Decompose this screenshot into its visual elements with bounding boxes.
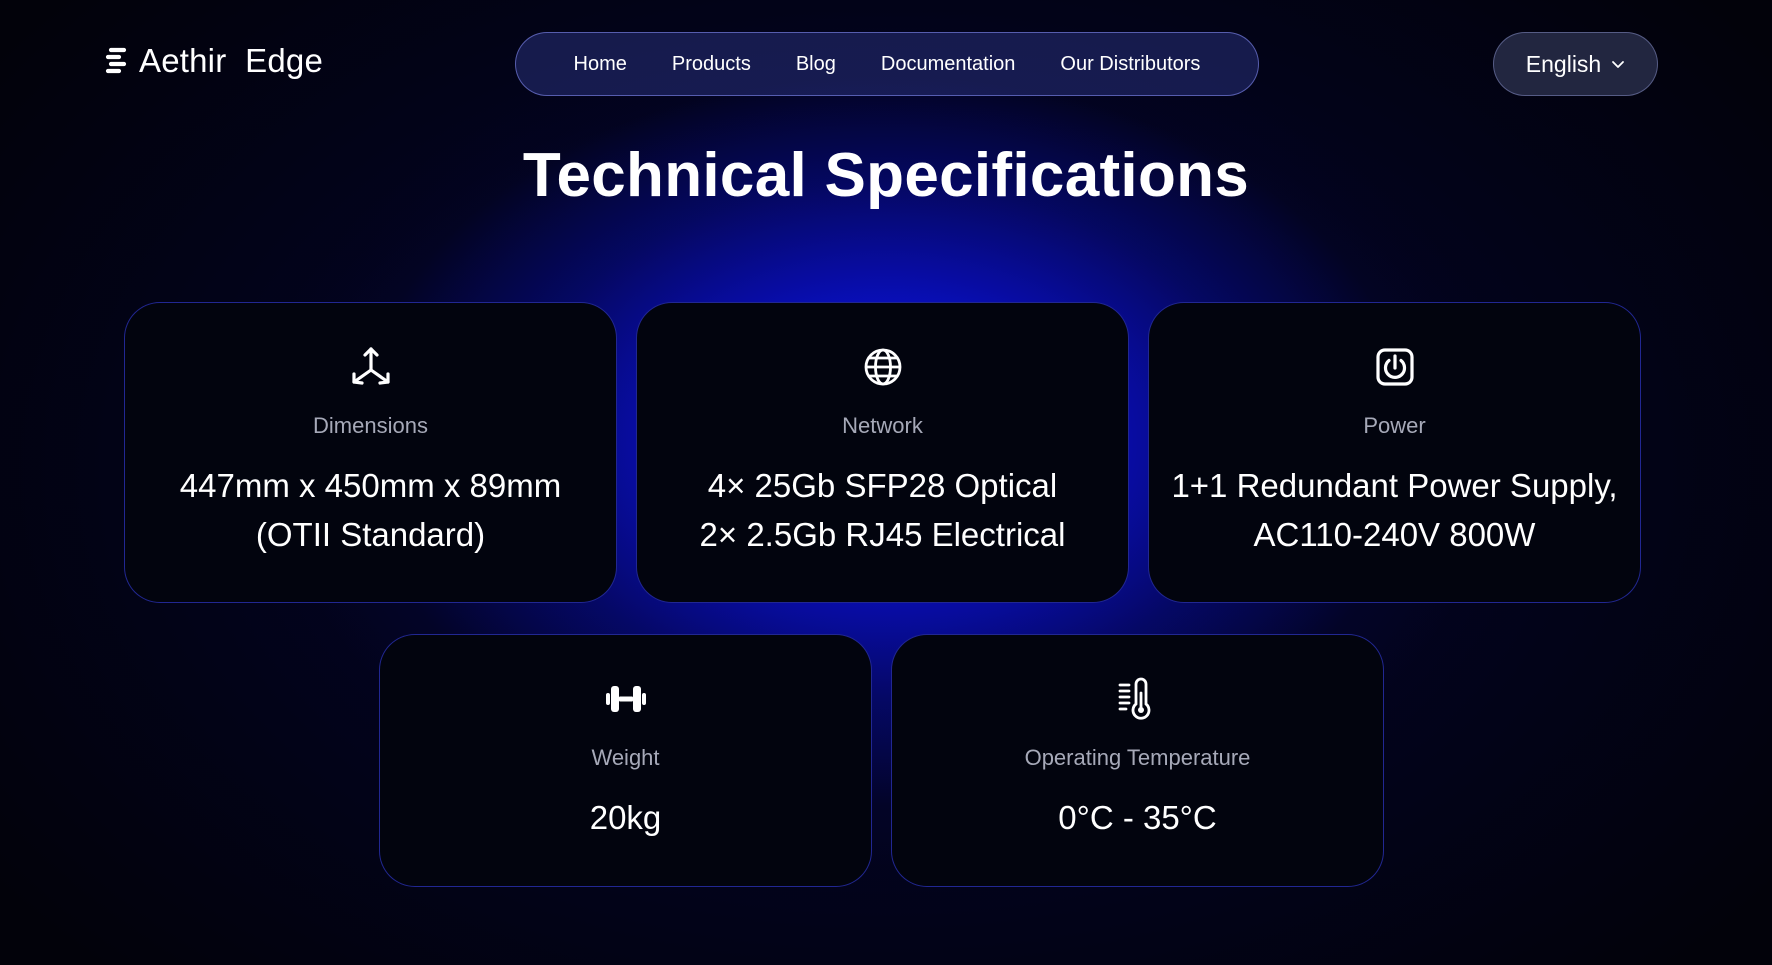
- spec-value-line: AC110-240V 800W: [1253, 516, 1536, 553]
- spec-value-line: (OTII Standard): [255, 516, 486, 553]
- nav-item-documentation[interactable]: Documentation: [881, 53, 1016, 76]
- chevron-down-icon: [1612, 61, 1625, 68]
- spec-card-operating-temperature: Operating Temperature 0°C - 35°C: [891, 634, 1384, 887]
- spec-label: Dimensions: [313, 413, 428, 438]
- nav-item-products[interactable]: Products: [672, 53, 751, 76]
- brand-name: Aethir Edge: [139, 42, 324, 79]
- spec-value-line: 4× 25Gb SFP28 Optical: [707, 467, 1058, 504]
- dumbbell-icon: [605, 686, 646, 712]
- spec-label: Weight: [591, 745, 660, 770]
- spec-value: 20kg: [590, 793, 662, 842]
- spec-label: Network: [842, 413, 923, 438]
- nav-item-blog[interactable]: Blog: [796, 53, 836, 76]
- page-title: Technical Specifications: [522, 141, 1250, 210]
- power-icon: [1375, 348, 1414, 386]
- spec-card-weight: Weight 20kg: [379, 634, 872, 887]
- spec-value: 0°C - 35°C: [1058, 793, 1216, 842]
- spec-value-line: 447mm x 450mm x 89mm: [179, 467, 562, 504]
- spec-label: Operating Temperature: [1024, 745, 1251, 770]
- dimensions-axes-icon: [351, 347, 390, 385]
- nav-item-home[interactable]: Home: [574, 53, 627, 76]
- globe-icon: [864, 348, 901, 386]
- brand-logo[interactable]: Aethir Edge: [105, 42, 323, 80]
- spec-value-line: 0°C - 35°C: [1058, 799, 1217, 836]
- spec-value-line: 1+1 Redundant Power Supply,: [1171, 467, 1618, 504]
- main-nav: Home Products Blog Documentation Our Dis…: [515, 32, 1259, 96]
- spec-card-dimensions: Dimensions 447mm x 450mm x 89mm (OTII St…: [124, 302, 617, 603]
- spec-value-line: 20kg: [589, 799, 662, 836]
- spec-value: 4× 25Gb SFP28 Optical 2× 2.5Gb RJ45 Elec…: [700, 461, 1066, 559]
- aethir-logo-icon: [105, 47, 127, 74]
- spec-value: 1+1 Redundant Power Supply, AC110-240V 8…: [1171, 461, 1617, 559]
- language-selector[interactable]: English: [1493, 32, 1658, 96]
- nav-item-our-distributors[interactable]: Our Distributors: [1060, 53, 1200, 76]
- spec-card-power: Power 1+1 Redundant Power Supply, AC110-…: [1148, 302, 1641, 603]
- language-selected: English: [1525, 50, 1602, 77]
- spec-value: 447mm x 450mm x 89mm (OTII Standard): [180, 461, 561, 559]
- spec-label: Power: [1363, 413, 1426, 438]
- spec-card-network: Network 4× 25Gb SFP28 Optical 2× 2.5Gb R…: [636, 302, 1129, 603]
- thermometer-icon: [1118, 677, 1150, 720]
- spec-value-line: 2× 2.5Gb RJ45 Electrical: [699, 516, 1066, 553]
